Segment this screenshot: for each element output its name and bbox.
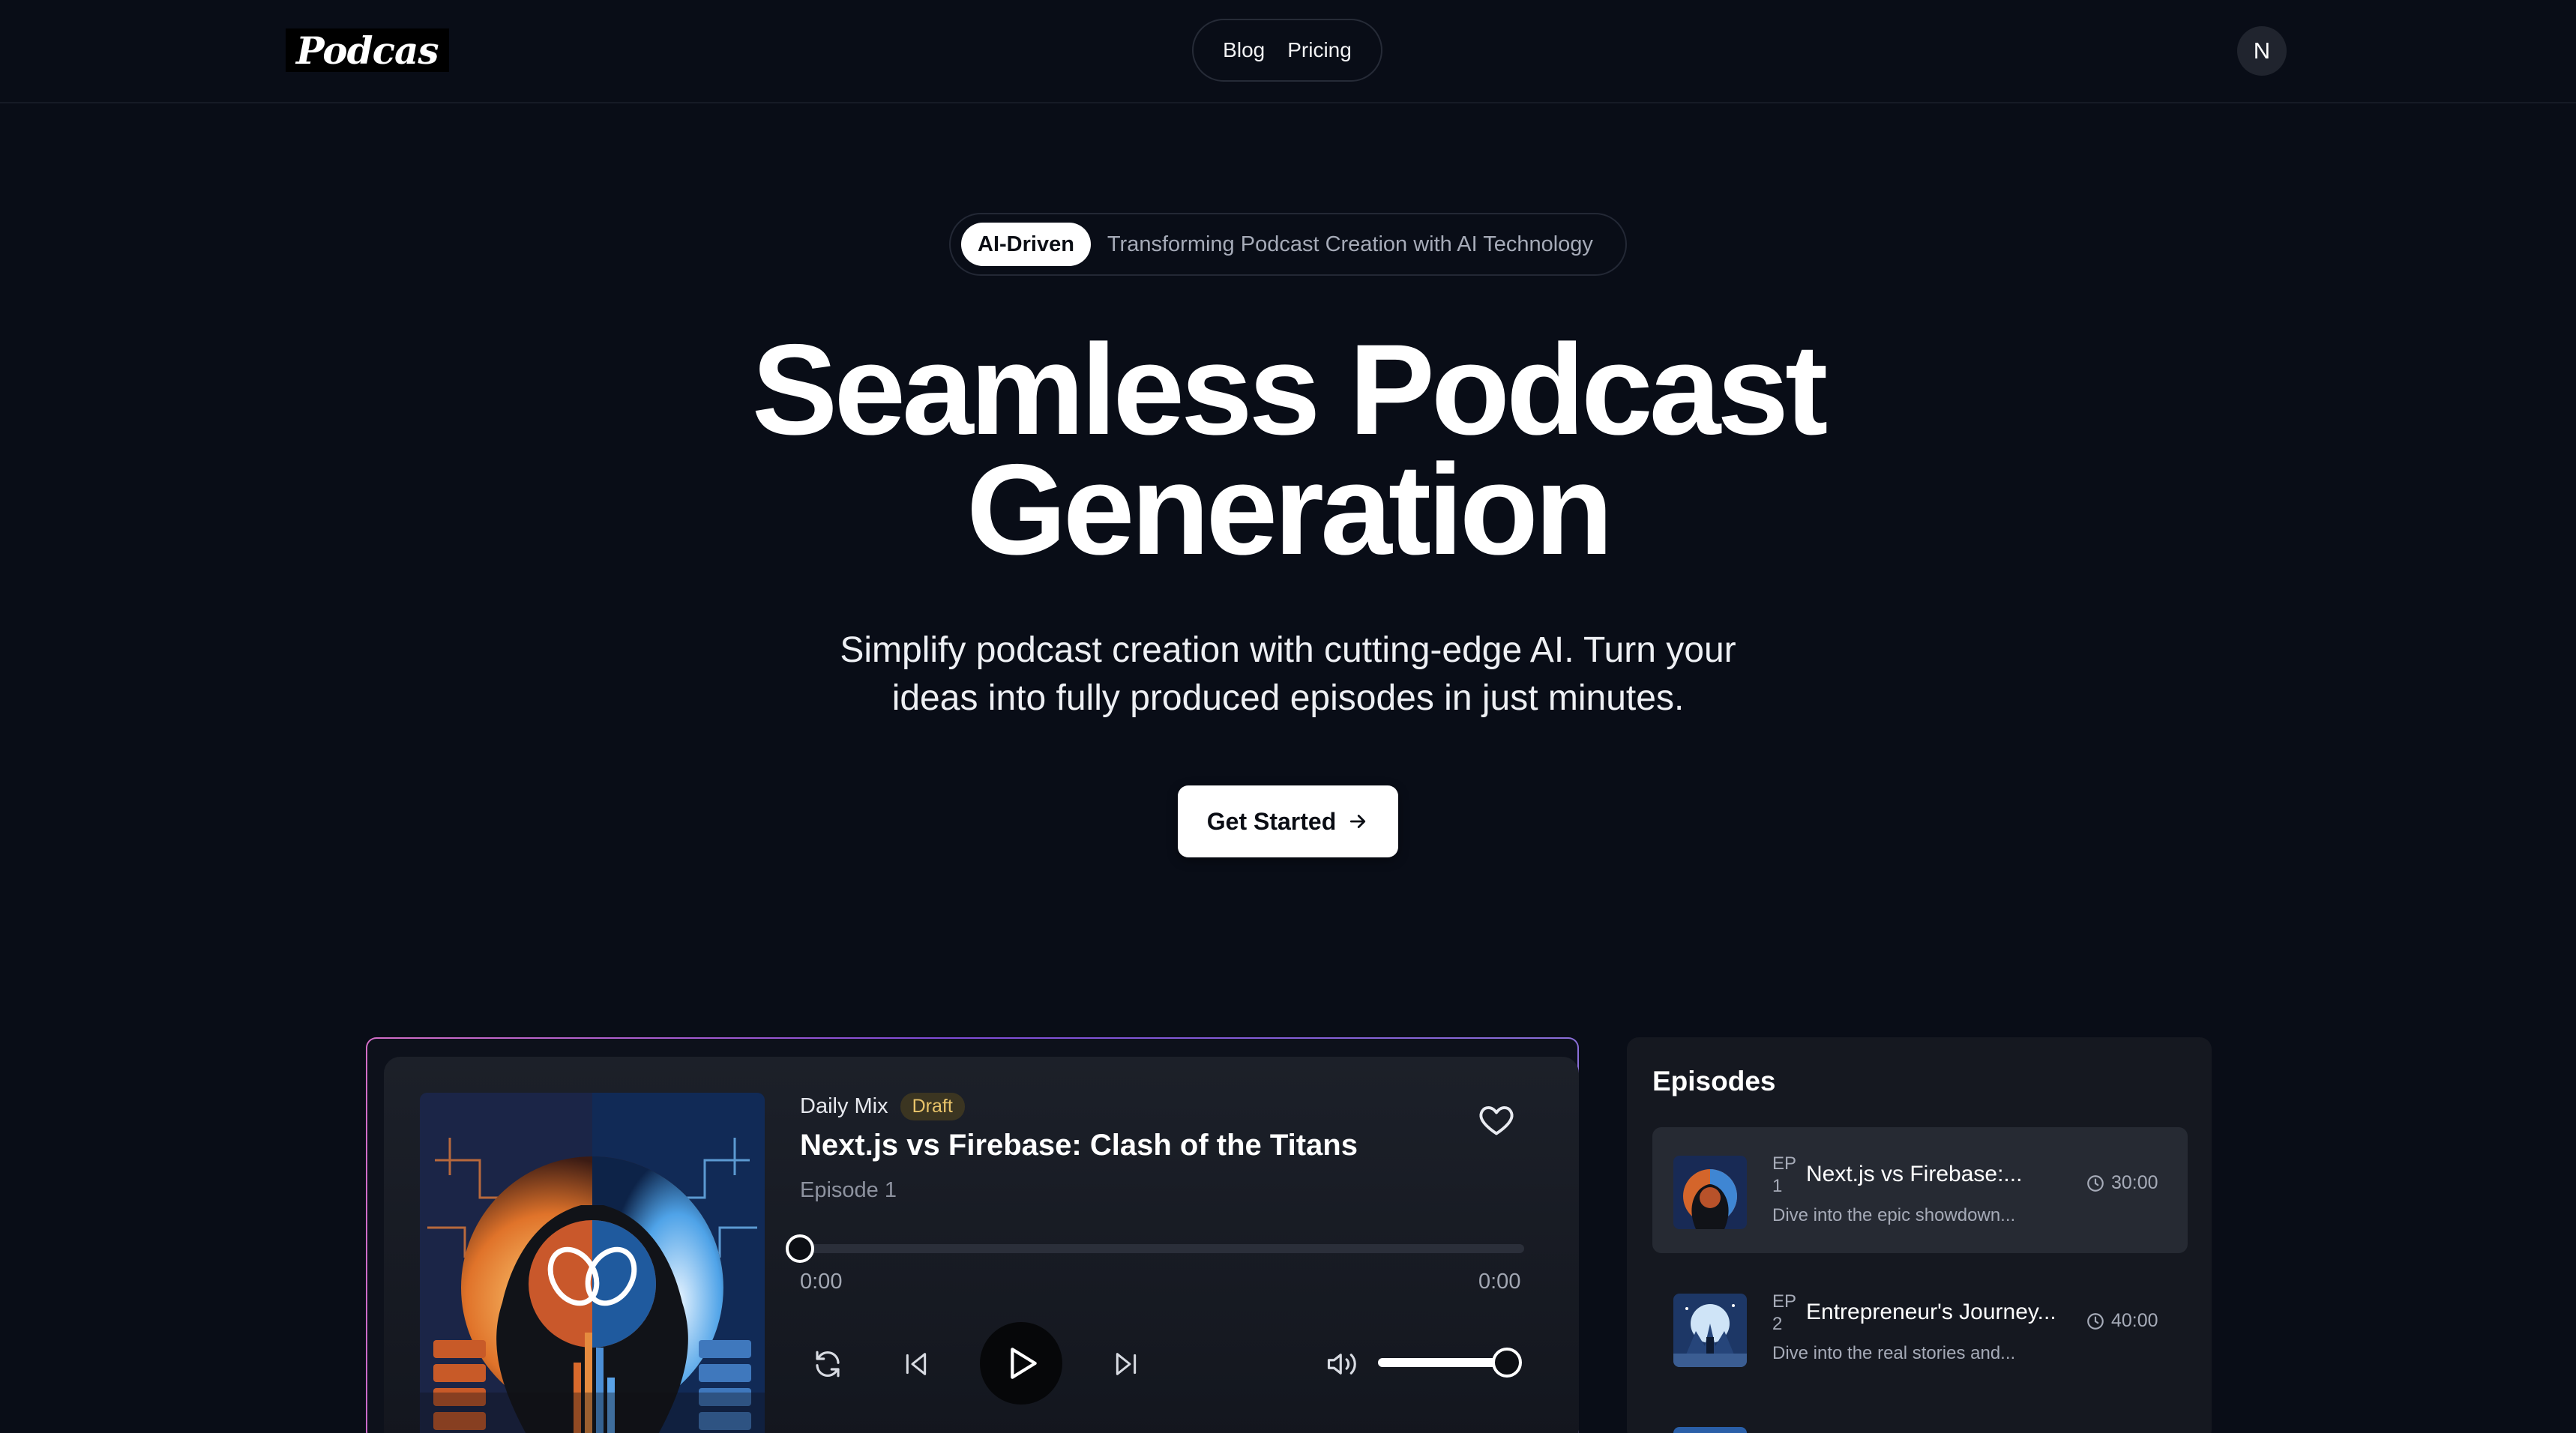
player-episode-title: Next.js vs Firebase: Clash of the Titans — [800, 1129, 1358, 1162]
get-started-button[interactable]: Get Started — [1178, 785, 1398, 857]
episode-tag: EP 1 — [1772, 1153, 1797, 1198]
repeat-button[interactable] — [808, 1345, 847, 1384]
nav-link-blog[interactable]: Blog — [1223, 38, 1265, 62]
user-avatar[interactable]: N — [2237, 26, 2287, 76]
time-elapsed: 0:00 — [800, 1270, 843, 1294]
episode-tag: EP 2 — [1772, 1291, 1797, 1336]
hero-title-line-1: Seamless Podcast — [751, 318, 1829, 462]
skip-back-button[interactable] — [897, 1345, 936, 1384]
episode-duration: 30:00 — [2086, 1172, 2158, 1194]
play-icon — [1011, 1348, 1037, 1379]
episode-title: Next.js vs Firebase:... — [1806, 1162, 2023, 1186]
volume-icon — [1327, 1354, 1356, 1375]
episode-cover-art — [420, 1093, 765, 1433]
play-button[interactable] — [980, 1322, 1062, 1405]
ai-driven-chip: AI-Driven — [961, 223, 1091, 266]
volume-track[interactable] — [1378, 1358, 1510, 1367]
collection-meta: Daily Mix Draft — [800, 1093, 965, 1120]
episode-title: Entrepreneur's Journey... — [1806, 1300, 2056, 1324]
episode-list-item-3-thumbnail — [1673, 1427, 1747, 1433]
episode-tag-number: 2 — [1772, 1314, 1783, 1334]
hero-title-line-2: Generation — [966, 438, 1613, 582]
episodes-heading: Episodes — [1652, 1066, 1776, 1096]
episode-list-item-2[interactable]: EP 2 Entrepreneur's Journey... Dive into… — [1652, 1265, 2188, 1391]
episode-thumbnail — [1673, 1156, 1747, 1229]
top-header: Podcas Blog Pricing N — [0, 0, 2576, 103]
landing-page: Podcas Blog Pricing N AI-Driven Transfor… — [0, 0, 2576, 1433]
episode-tag-prefix: EP — [1772, 1291, 1797, 1312]
repeat-icon — [816, 1351, 840, 1378]
logo[interactable]: Podcas — [286, 28, 449, 73]
main-nav: Blog Pricing — [1192, 19, 1382, 82]
player-episode-number: Episode 1 — [800, 1178, 897, 1202]
clock-icon — [2087, 1312, 2104, 1330]
episode-tag-number: 1 — [1772, 1176, 1783, 1196]
arrow-right-icon — [1350, 815, 1366, 828]
hero-subtitle: Simplify podcast creation with cutting-e… — [801, 627, 1775, 722]
episode-duration-text: 40:00 — [2111, 1310, 2158, 1331]
hero-subtitle-line-2: ideas into fully produced episodes in ju… — [891, 678, 1685, 718]
episode-duration: 40:00 — [2086, 1310, 2158, 1332]
episode-tag-prefix: EP — [1772, 1153, 1797, 1174]
skip-forward-button[interactable] — [1107, 1345, 1146, 1384]
progress-track[interactable] — [800, 1244, 1524, 1253]
skip-forward-icon — [1116, 1353, 1137, 1375]
episode-description: Dive into the epic showdown... — [1772, 1205, 2016, 1225]
status-badge: Draft — [900, 1093, 965, 1120]
episode-thumbnail — [1673, 1294, 1747, 1367]
hero-subtitle-line-1: Simplify podcast creation with cutting-e… — [840, 630, 1736, 670]
episode-list-item-1[interactable]: EP 1 Next.js vs Firebase:... Dive into t… — [1652, 1127, 2188, 1253]
clock-icon — [2087, 1174, 2104, 1192]
progress-handle[interactable] — [786, 1234, 814, 1263]
episode-description: Dive into the real stories and... — [1772, 1343, 2016, 1363]
collection-name: Daily Mix — [800, 1094, 888, 1118]
get-started-label: Get Started — [1206, 807, 1337, 835]
episode-duration-text: 30:00 — [2111, 1172, 2158, 1193]
skip-back-icon — [906, 1353, 927, 1375]
volume-handle[interactable] — [1492, 1348, 1522, 1378]
heart-icon[interactable] — [1477, 1100, 1516, 1139]
announcement-badge: AI-Driven Transforming Podcast Creation … — [949, 213, 1627, 276]
badge-text: Transforming Podcast Creation with AI Te… — [1107, 232, 1593, 256]
volume-button[interactable] — [1322, 1345, 1361, 1384]
nav-link-pricing[interactable]: Pricing — [1287, 38, 1352, 62]
cover-illustration — [420, 1093, 765, 1433]
hero-title: Seamless Podcast Generation — [0, 318, 2576, 582]
time-total: 0:00 — [1478, 1270, 1521, 1294]
